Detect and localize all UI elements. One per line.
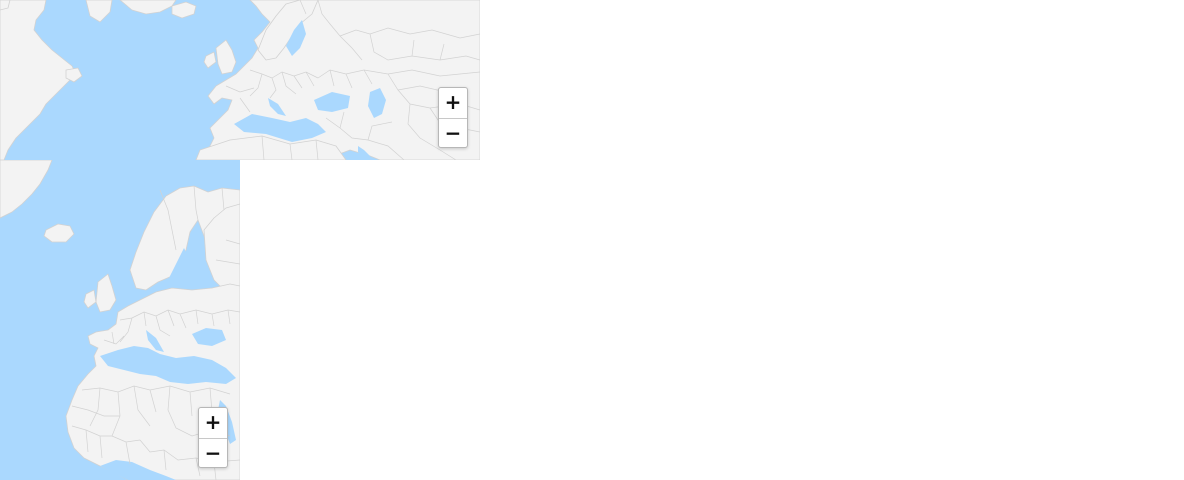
- minus-icon: −: [204, 441, 222, 465]
- zoom-out-button[interactable]: −: [199, 439, 227, 468]
- map-canvas-top[interactable]: [0, 0, 480, 160]
- plus-icon: +: [204, 410, 222, 434]
- minus-icon: −: [444, 121, 462, 145]
- zoom-control-bottom: + −: [198, 407, 228, 468]
- plus-icon: +: [444, 90, 462, 114]
- map-bottom[interactable]: + −: [0, 160, 240, 480]
- zoom-out-button[interactable]: −: [439, 119, 467, 148]
- map-top[interactable]: + −: [0, 0, 480, 160]
- zoom-in-button[interactable]: +: [439, 88, 467, 119]
- zoom-in-button[interactable]: +: [199, 408, 227, 439]
- zoom-control-top: + −: [438, 87, 468, 148]
